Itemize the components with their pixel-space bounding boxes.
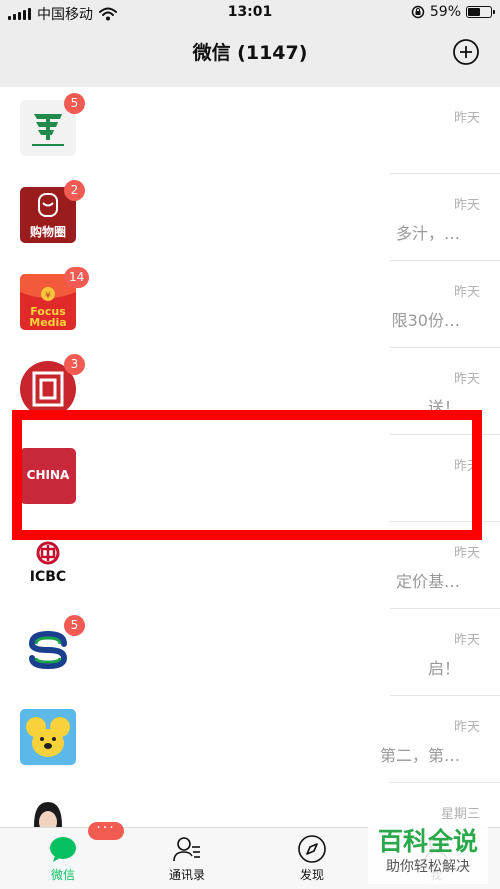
tab-discover[interactable]: 发现: [262, 828, 362, 889]
unread-badge: 5: [64, 615, 85, 636]
svg-text:¥: ¥: [45, 291, 51, 301]
chat-preview: 定价基…: [395, 572, 460, 591]
chat-row[interactable]: 星期三: [0, 783, 500, 827]
battery-percent: 59%: [429, 4, 461, 20]
status-bar: 中国移动 13:01 59%: [0, 0, 500, 26]
tab-label: 发现: [299, 868, 324, 882]
person-avatar: [20, 796, 76, 827]
chat-time: 昨天: [453, 285, 480, 300]
contacts-icon: [173, 837, 200, 862]
tab-label: 微信: [50, 868, 75, 882]
unread-badge: 5: [64, 93, 85, 114]
page-title: 微信 (1147): [192, 42, 308, 64]
compass-icon: [298, 835, 326, 863]
rotation-lock-icon: [411, 5, 425, 19]
chat-time: 昨天: [453, 633, 480, 648]
chat-row[interactable]: 购物圈 2 昨天 多汁，…: [0, 174, 500, 261]
avatar-text: Focus Media: [29, 305, 67, 329]
chat-row[interactable]: 5 昨天: [0, 87, 500, 174]
watermark-subtitle: 助你轻松解决: [386, 859, 470, 875]
chat-time: 昨天: [453, 720, 480, 735]
avatar-text: 购物圈: [29, 225, 66, 239]
icbc-logo: ICBC: [20, 535, 76, 591]
chat-row[interactable]: 昨天 第二，第…: [0, 696, 500, 783]
tab-badge: ···: [88, 821, 124, 840]
watermark: 百科全说 助你轻松解决: [368, 822, 488, 884]
chat-preview: 启！: [427, 659, 460, 678]
chat-time: 星期三: [440, 807, 480, 822]
chat-preview: 多汁，…: [395, 224, 460, 243]
unread-badge: 3: [64, 354, 85, 375]
tab-chats[interactable]: 微信 ···: [13, 821, 124, 889]
unread-badge: 2: [64, 180, 85, 201]
battery-icon: [466, 6, 495, 18]
chat-preview: 第二，第…: [379, 746, 460, 765]
chat-time: 昨天: [453, 546, 480, 561]
avatar-text: ICBC: [29, 569, 67, 585]
chat-row[interactable]: 5 昨天 启！: [0, 609, 500, 696]
chat-time: 昨天: [453, 111, 480, 126]
nav-bar: 微信 (1147): [0, 26, 500, 78]
tab-contacts[interactable]: 通讯录: [137, 828, 237, 889]
chat-time: 昨天: [453, 198, 480, 213]
status-right: 59%: [411, 4, 495, 20]
cartoon-koala-avatar: [20, 709, 76, 765]
tab-label: 通讯录: [168, 868, 205, 882]
chat-time: 昨天: [453, 372, 480, 387]
plus-circle-icon[interactable]: [452, 38, 480, 66]
chat-row[interactable]: ¥ Focus Media 14 昨天 限30份…: [0, 261, 500, 348]
watermark-title: 百科全说: [377, 827, 478, 856]
chat-bubble-icon: [50, 837, 76, 862]
chat-preview: 限30份…: [391, 311, 460, 330]
highlight-box: [12, 410, 482, 540]
unread-badge: 14: [64, 267, 90, 288]
